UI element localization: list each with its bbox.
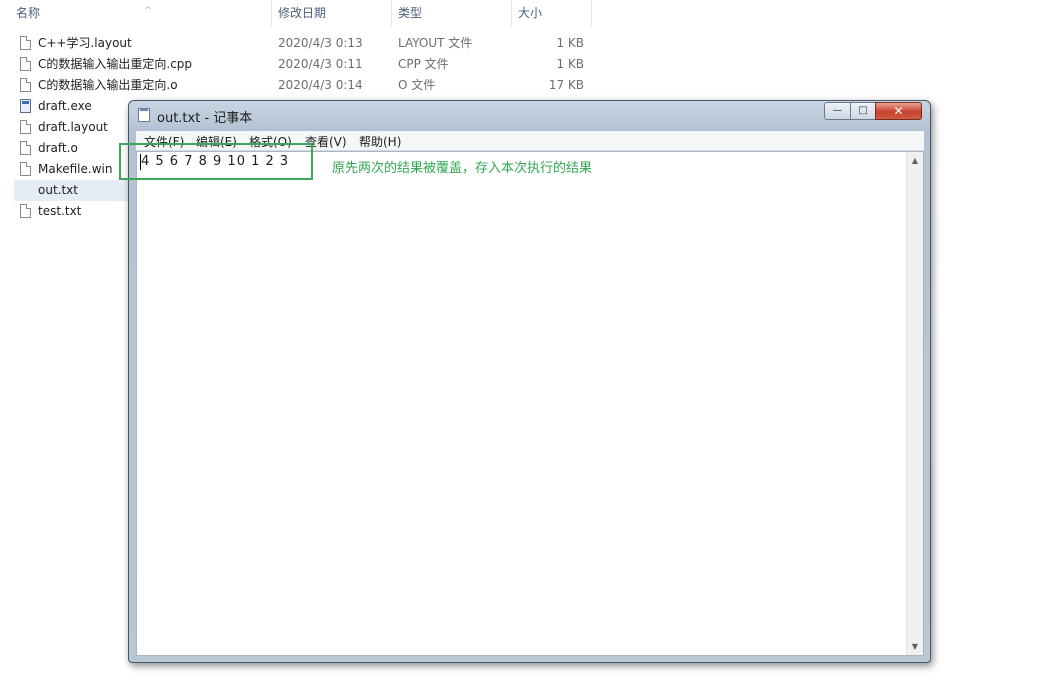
file-name: C的数据输入输出重定向.cpp [38, 57, 193, 71]
title-bar[interactable]: out.txt - 记事本 — □ ✕ [129, 101, 930, 129]
column-header-type[interactable]: 类型 [392, 0, 512, 26]
notepad-window: out.txt - 记事本 — □ ✕ 文件(F) 编辑(E) 格式(O) 查看… [128, 100, 931, 663]
file-size: 17 KB [548, 78, 584, 92]
notepad-icon [138, 108, 150, 122]
minimize-button[interactable]: — [824, 102, 851, 120]
file-name: test.txt [38, 204, 82, 218]
file-size: 1 KB [556, 57, 584, 71]
file-name: draft.layout [38, 120, 108, 134]
file-date: 2020/4/3 0:11 [278, 57, 363, 71]
file-name: draft.exe [38, 99, 92, 113]
column-header-size[interactable]: 大小 [512, 0, 592, 26]
file-type: CPP 文件 [398, 57, 449, 71]
file-name: Makefile.win [38, 162, 113, 176]
file-name: C++学习.layout [38, 36, 132, 50]
file-size: 1 KB [556, 36, 584, 50]
text-editor-area[interactable]: 4 5 6 7 8 9 10 1 2 3 ▲ ▼ [136, 151, 924, 656]
scroll-down-icon[interactable]: ▼ [907, 638, 923, 655]
annotation-highlight-box [119, 143, 313, 180]
scroll-up-icon[interactable]: ▲ [907, 152, 923, 169]
close-button[interactable]: ✕ [875, 102, 922, 120]
column-header-name-label: 名称 [16, 6, 41, 20]
column-header-name[interactable]: 名称 ^ [10, 0, 272, 26]
file-date: 2020/4/3 0:13 [278, 36, 363, 50]
column-header-size-label: 大小 [518, 6, 543, 20]
maximize-button[interactable]: □ [850, 102, 876, 120]
column-header-type-label: 类型 [398, 6, 423, 20]
file-name: out.txt [14, 180, 128, 201]
column-header-date[interactable]: 修改日期 [272, 0, 392, 26]
file-name: C的数据输入输出重定向.o [38, 78, 178, 92]
file-type: LAYOUT 文件 [398, 36, 473, 50]
file-type: O 文件 [398, 78, 436, 92]
sort-arrow-icon: ^ [144, 6, 152, 16]
file-date: 2020/4/3 0:14 [278, 78, 363, 92]
file-name: draft.o [38, 141, 78, 155]
file-row[interactable]: C++学习.layout 2020/4/3 0:13 LAYOUT 文件 1 K… [0, 33, 600, 54]
window-title: out.txt - 记事本 [157, 111, 253, 126]
column-header-date-label: 修改日期 [278, 6, 327, 20]
file-row[interactable]: C的数据输入输出重定向.cpp 2020/4/3 0:11 CPP 文件 1 K… [0, 54, 600, 75]
annotation-text: 原先两次的结果被覆盖，存入本次执行的结果 [332, 161, 593, 176]
menu-help[interactable]: 帮助(H) [359, 133, 401, 150]
vertical-scrollbar[interactable]: ▲ ▼ [906, 152, 923, 655]
file-row[interactable]: C的数据输入输出重定向.o 2020/4/3 0:14 O 文件 17 KB [0, 75, 600, 96]
